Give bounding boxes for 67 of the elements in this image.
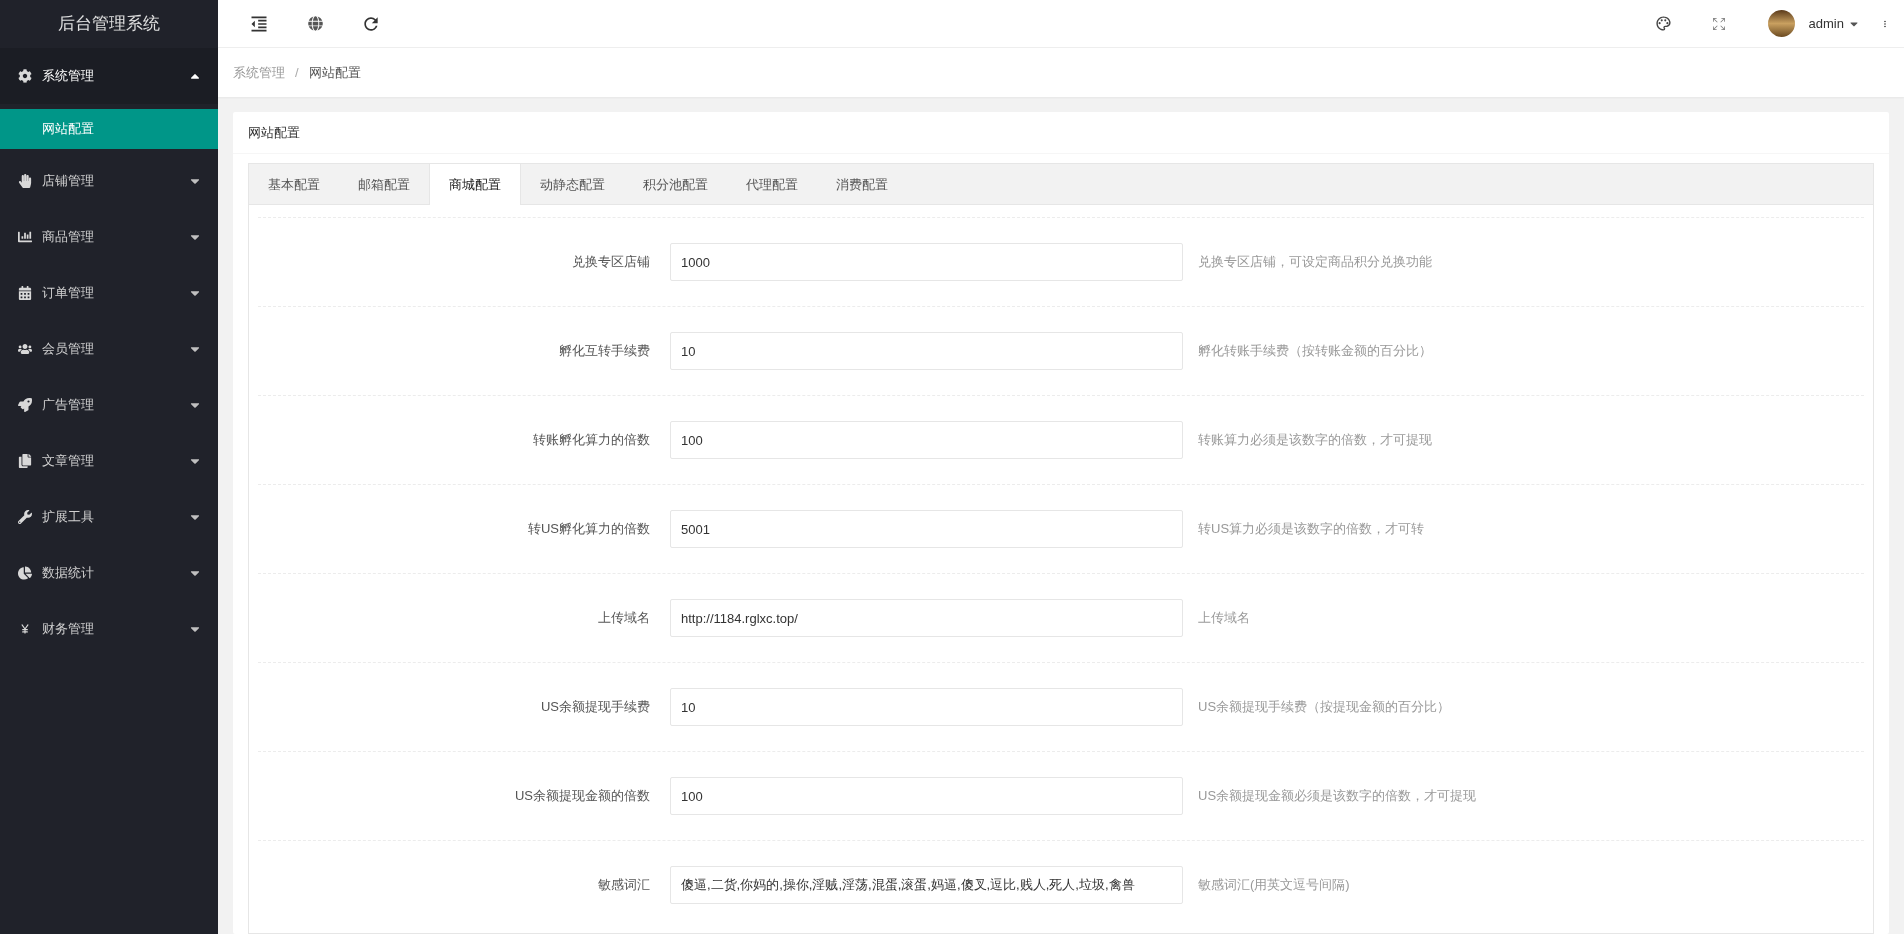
tab[interactable]: 积分池配置 <box>624 164 727 205</box>
menu-item[interactable]: 会员管理 <box>0 321 218 377</box>
avatar[interactable] <box>1767 10 1795 37</box>
field-hint: 孵化转账手续费（按转账金额的百分比） <box>1198 342 1432 361</box>
menu-item[interactable]: 订单管理 <box>0 265 218 321</box>
menu-label: 会员管理 <box>42 340 95 359</box>
tab[interactable]: 基本配置 <box>249 164 339 205</box>
user-menu[interactable]: admin <box>1808 13 1860 34</box>
field-label: 敏感词汇 <box>597 876 651 895</box>
pie-chart-icon <box>18 566 32 580</box>
text-input[interactable]: 100 <box>670 421 1183 459</box>
menu-label: 店铺管理 <box>42 172 95 191</box>
field-hint: 转账算力必须是该数字的倍数，才可提现 <box>1198 431 1432 450</box>
text-input[interactable]: 5001 <box>670 510 1183 548</box>
bar-chart-icon <box>18 230 32 244</box>
tab[interactable]: 动静态配置 <box>521 164 624 205</box>
menu-label: 广告管理 <box>42 396 95 415</box>
text-input[interactable]: 傻逼,二货,你妈的,操你,淫贼,淫荡,混蛋,滚蛋,妈逼,傻叉,逗比,贱人,死人,垃圾,禽兽 <box>670 866 1183 904</box>
app-title: 后台管理系统 <box>58 13 160 36</box>
field-hint: 兑换专区店铺，可设定商品积分兑换功能 <box>1198 253 1432 272</box>
field-label: 转US孵化算力的倍数 <box>526 520 651 539</box>
breadcrumb-separator: / <box>295 63 299 82</box>
tab[interactable]: 商城配置 <box>429 164 521 205</box>
menu-item[interactable]: 商品管理 <box>0 209 218 265</box>
tab[interactable]: 消费配置 <box>817 164 907 205</box>
text-input[interactable]: 100 <box>670 777 1183 815</box>
field-label: 兑换专区店铺 <box>571 253 651 272</box>
field-hint: 转US算力必须是该数字的倍数，才可转 <box>1198 520 1425 539</box>
tab[interactable]: 代理配置 <box>727 164 817 205</box>
menu-label: 商品管理 <box>42 228 95 247</box>
field-hint: US余额提现手续费（按提现金额的百分比） <box>1198 698 1451 717</box>
menu-item[interactable]: 系统管理 <box>0 48 218 104</box>
documents-icon <box>18 454 32 468</box>
menu-label: 订单管理 <box>42 284 95 303</box>
field-label: 孵化互转手续费 <box>558 342 651 361</box>
field-label: 上传域名 <box>597 609 651 628</box>
field-label: US余额提现金额的倍数 <box>513 787 651 806</box>
menu-item[interactable]: 广告管理 <box>0 377 218 433</box>
menu-item[interactable]: 扩展工具 <box>0 489 218 545</box>
card-title: 网站配置 <box>248 123 300 142</box>
text-input[interactable]: 10 <box>670 688 1183 726</box>
rocket-icon <box>18 398 32 412</box>
menu-label: 文章管理 <box>42 452 95 471</box>
calendar-icon <box>18 286 32 300</box>
field-hint: 敏感词汇(用英文逗号间隔) <box>1198 876 1350 895</box>
users-icon <box>18 342 32 356</box>
text-input[interactable]: 1000 <box>670 243 1183 281</box>
hand-icon <box>18 174 32 188</box>
submenu-item[interactable]: 网站配置 <box>0 109 218 149</box>
menu-label: 系统管理 <box>42 67 95 86</box>
menu-label: 数据统计 <box>42 564 95 583</box>
field-hint: 上传域名 <box>1198 609 1250 628</box>
tab[interactable]: 邮箱配置 <box>339 164 429 205</box>
breadcrumb-link[interactable]: 网站配置 <box>308 62 361 83</box>
gear-icon <box>18 69 32 83</box>
menu-item[interactable]: 财务管理 <box>0 601 218 657</box>
menu-item[interactable]: 文章管理 <box>0 433 218 489</box>
field-label: 转账孵化算力的倍数 <box>532 431 651 450</box>
menu-item[interactable]: 店铺管理 <box>0 153 218 209</box>
menu-label: 扩展工具 <box>42 508 95 527</box>
text-input[interactable]: 10 <box>670 332 1183 370</box>
field-label: US余额提现手续费 <box>539 698 651 717</box>
wrench-icon <box>18 510 32 524</box>
text-input[interactable]: http://1184.rglxc.top/ <box>670 599 1183 637</box>
field-hint: US余额提现金额必须是该数字的倍数，才可提现 <box>1198 787 1477 806</box>
menu-label: 财务管理 <box>42 620 95 639</box>
menu-item[interactable]: 数据统计 <box>0 545 218 601</box>
